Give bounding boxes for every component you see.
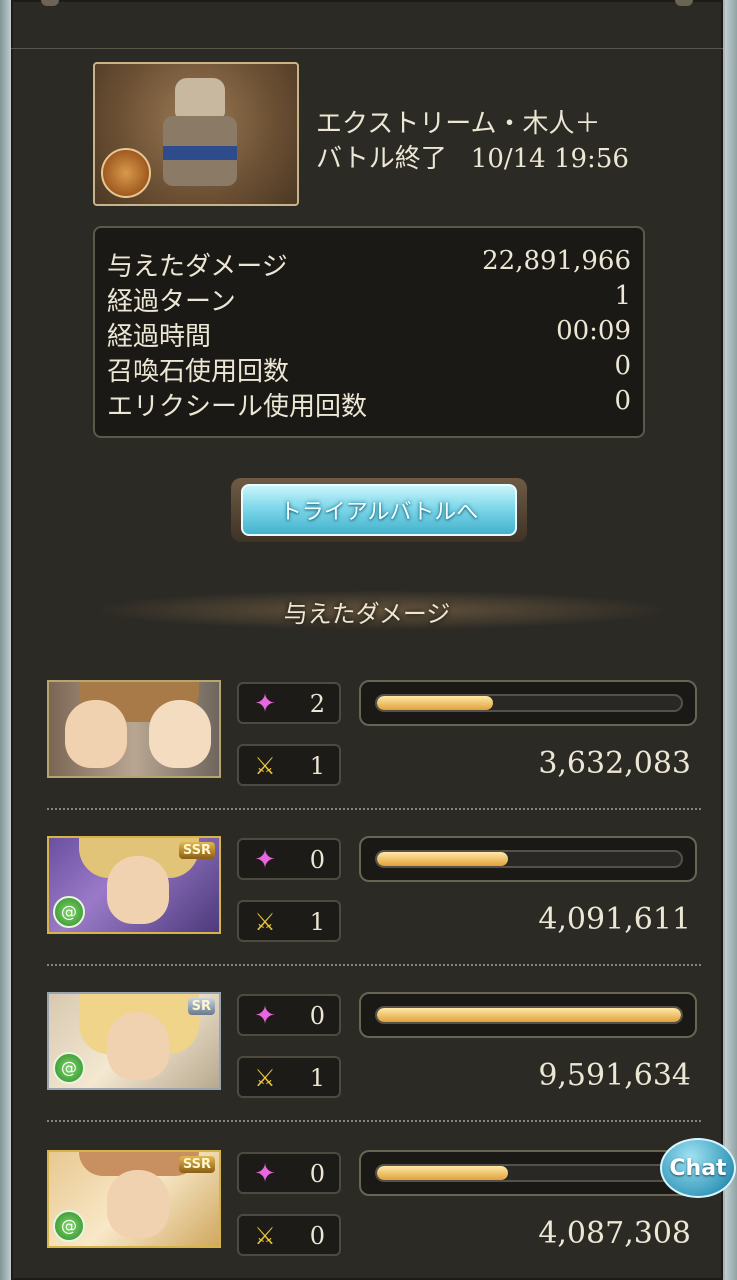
- skill-count-value: 0: [309, 846, 325, 874]
- stat-label: 経過時間: [107, 322, 212, 352]
- quest-thumbnail: [93, 62, 299, 206]
- stat-value: 22,891,966: [482, 246, 631, 276]
- charge-attack-count-value: 1: [309, 908, 325, 936]
- character-row: SSR @ ✦ 0 ⚔ 1 4,091,611: [47, 836, 697, 946]
- rarity-badge: SR: [187, 998, 215, 1015]
- stat-label: 召喚石使用回数: [107, 357, 290, 387]
- panel-ornament-right: [675, 0, 693, 6]
- skill-count-value: 0: [309, 1002, 325, 1030]
- charge-attack-count: ⚔ 1: [237, 900, 341, 942]
- fire-element-badge-icon: [101, 148, 151, 198]
- quest-title: エクストリーム・木人＋: [316, 109, 601, 139]
- stat-value: 1: [614, 281, 631, 311]
- gold-crossed-swords-icon: ⚔: [254, 908, 276, 936]
- charge-attack-count-value: 1: [309, 752, 325, 780]
- skill-count-value: 0: [309, 1160, 325, 1188]
- character-portrait[interactable]: SR @: [47, 992, 221, 1090]
- character-portrait[interactable]: SSR @: [47, 1150, 221, 1248]
- trial-battle-button-label[interactable]: トライアルバトルへ: [241, 484, 517, 536]
- battle-result-panel: エクストリーム・木人＋ バトル終了 10/14 19:56 与えたダメージ 22,…: [11, 0, 723, 1280]
- skill-count: ✦ 2: [237, 682, 341, 724]
- stat-value: 0: [614, 386, 631, 416]
- panel-ornament-left: [41, 0, 59, 6]
- gold-crossed-swords-icon: ⚔: [254, 1222, 276, 1250]
- character-row: ✦ 2 ⚔ 1 3,632,083: [47, 680, 697, 790]
- damage-bar-fill: [377, 696, 493, 710]
- stat-row: 経過ターン 1: [107, 281, 631, 317]
- gold-crossed-swords-icon: ⚔: [254, 1064, 276, 1092]
- damage-bar-fill: [377, 1166, 508, 1180]
- character-portrait[interactable]: SSR @: [47, 836, 221, 934]
- stat-label: エリクシール使用回数: [107, 392, 368, 422]
- damage-value: 3,632,083: [538, 746, 691, 781]
- rarity-badge: SSR: [178, 842, 215, 859]
- charge-attack-count: ⚔ 0: [237, 1214, 341, 1256]
- character-row: SSR @ ✦ 0 ⚔ 0 4,087,308: [47, 1150, 697, 1260]
- damage-section-title: 与えたダメージ: [283, 600, 451, 628]
- wind-element-icon: @: [53, 896, 85, 928]
- damage-value: 4,087,308: [538, 1216, 691, 1251]
- row-divider: [47, 964, 701, 966]
- wind-element-icon: @: [53, 1052, 85, 1084]
- charge-attack-count: ⚔ 1: [237, 1056, 341, 1098]
- damage-bar: [359, 680, 697, 726]
- battle-stats-box: 与えたダメージ 22,891,966 経過ターン 1 経過時間 00:09 召喚…: [93, 226, 645, 438]
- stat-row: 召喚石使用回数 0: [107, 351, 631, 387]
- battle-end-line: バトル終了 10/14 19:56: [316, 138, 629, 175]
- pink-star-icon: ✦: [254, 845, 276, 875]
- left-border: [0, 0, 11, 1280]
- pink-star-icon: ✦: [254, 689, 276, 719]
- skill-count: ✦ 0: [237, 994, 341, 1036]
- stat-label: 与えたダメージ: [107, 252, 288, 282]
- damage-bar: [359, 992, 697, 1038]
- stat-value: 00:09: [556, 316, 631, 346]
- skill-count-value: 2: [309, 690, 325, 718]
- charge-attack-count: ⚔ 1: [237, 744, 341, 786]
- stat-value: 0: [614, 351, 631, 381]
- trial-battle-button[interactable]: トライアルバトルへ: [231, 478, 527, 542]
- row-divider: [47, 808, 701, 810]
- skill-count: ✦ 0: [237, 838, 341, 880]
- row-divider: [47, 1120, 701, 1122]
- top-divider: [11, 48, 723, 49]
- right-border: [725, 0, 737, 1280]
- character-row: SR @ ✦ 0 ⚔ 1 9,591,634: [47, 992, 697, 1102]
- stat-label: 経過ターン: [107, 287, 236, 317]
- skill-count: ✦ 0: [237, 1152, 341, 1194]
- rarity-badge: SSR: [178, 1156, 215, 1173]
- stat-row: 経過時間 00:09: [107, 316, 631, 352]
- damage-bar: [359, 836, 697, 882]
- battle-end-datetime: 10/14 19:56: [470, 144, 629, 174]
- pink-star-icon: ✦: [254, 1001, 276, 1031]
- stat-row: 与えたダメージ 22,891,966: [107, 246, 631, 282]
- damage-bar-fill: [377, 852, 508, 866]
- battle-end-label: バトル終了: [316, 144, 447, 174]
- charge-attack-count-value: 0: [309, 1222, 325, 1250]
- stat-row: エリクシール使用回数 0: [107, 386, 631, 422]
- pink-star-icon: ✦: [254, 1159, 276, 1189]
- damage-value: 9,591,634: [538, 1058, 691, 1093]
- character-portrait[interactable]: [47, 680, 221, 778]
- damage-bar: [359, 1150, 697, 1196]
- chat-button[interactable]: Chat: [660, 1138, 736, 1198]
- gold-crossed-swords-icon: ⚔: [254, 752, 276, 780]
- damage-value: 4,091,611: [538, 902, 691, 937]
- charge-attack-count-value: 1: [309, 1064, 325, 1092]
- wind-element-icon: @: [53, 1210, 85, 1242]
- damage-bar-fill: [377, 1008, 681, 1022]
